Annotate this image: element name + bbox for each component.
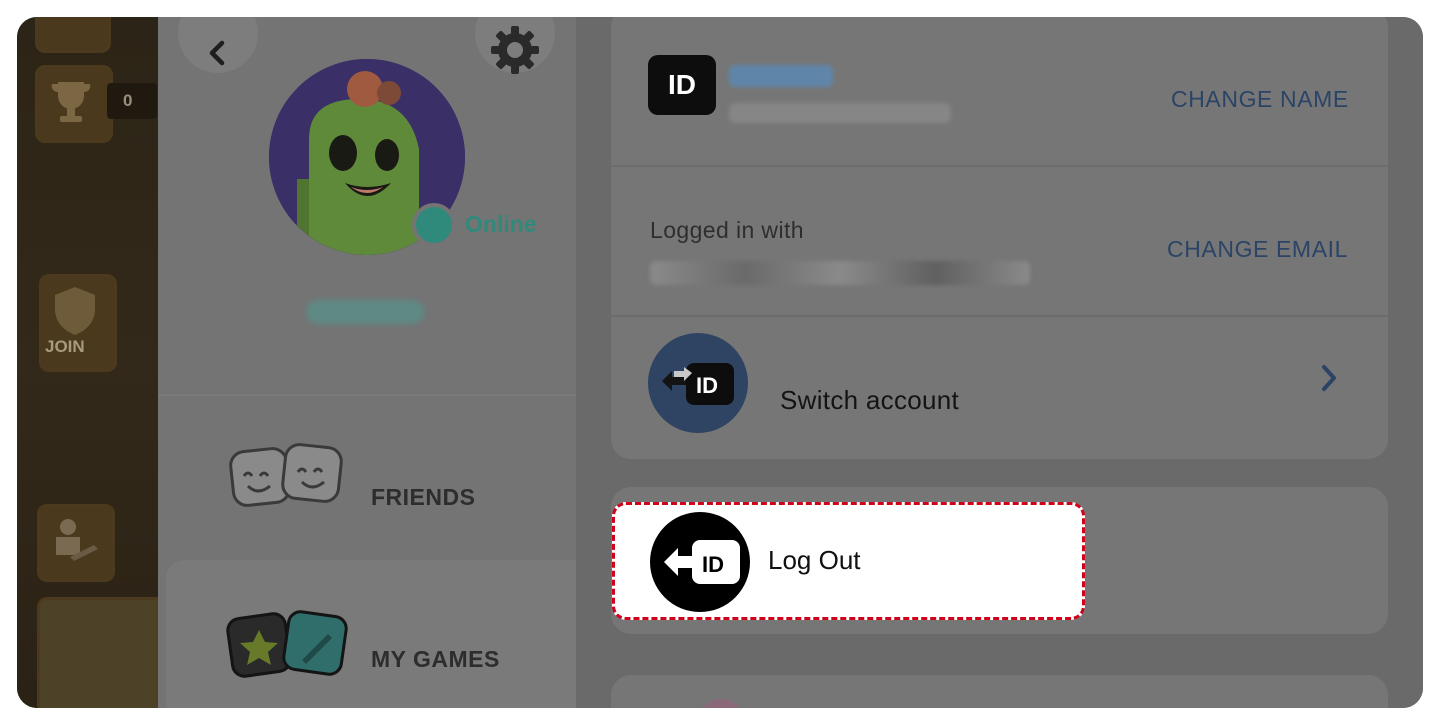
nav-friends[interactable]: FRIENDS xyxy=(158,396,576,546)
logout-icon-circle: ID xyxy=(650,512,750,612)
username-redacted xyxy=(306,300,424,324)
change-email-link[interactable]: CHANGE EMAIL xyxy=(1167,236,1348,263)
account-name-redacted xyxy=(729,65,833,87)
change-name-link[interactable]: CHANGE NAME xyxy=(1171,86,1349,113)
online-status-text: Online xyxy=(465,211,537,237)
email-redacted xyxy=(650,261,1030,285)
logout-button[interactable]: ID Log Out xyxy=(612,502,1085,620)
nav-my-games-label: MY GAMES xyxy=(371,646,500,672)
join-label: JOIN xyxy=(45,337,85,356)
account-id-redacted xyxy=(729,103,951,123)
switch-account-row-icon[interactable]: ID xyxy=(648,333,748,433)
divider xyxy=(611,315,1388,317)
id-badge-text: ID xyxy=(668,69,696,100)
svg-text:ID: ID xyxy=(702,552,724,577)
profile-panel: Online FRIENDS MY GAMES xyxy=(158,17,584,708)
switch-account-icon: ID xyxy=(662,363,734,405)
divider xyxy=(611,165,1388,167)
clan-join-tile[interactable] xyxy=(39,274,117,372)
nav-friends-label: FRIENDS xyxy=(371,484,476,510)
game-sidebar: 0 JOIN xyxy=(17,17,168,708)
battle-tile[interactable] xyxy=(37,504,115,582)
battle-icon xyxy=(56,519,98,561)
logout-icon: ID xyxy=(664,540,740,584)
game-settings-tile[interactable] xyxy=(35,17,111,53)
svg-text:ID: ID xyxy=(696,373,718,398)
app-window: 0 JOIN Online FRIENDS MY GAMES ID CHANGE… xyxy=(17,17,1423,708)
chevron-right-icon[interactable] xyxy=(1319,363,1339,393)
settings-button[interactable] xyxy=(475,17,555,74)
nav-my-games[interactable]: MY GAMES xyxy=(166,560,584,708)
id-badge: ID xyxy=(648,55,716,115)
logged-in-with-label: Logged in with xyxy=(650,217,804,243)
trophy-icon xyxy=(51,82,91,122)
games-icon xyxy=(226,610,348,678)
account-card: ID CHANGE NAME Logged in with CHANGE EMA… xyxy=(611,17,1388,459)
shield-icon xyxy=(55,287,95,335)
trophy-count: 0 xyxy=(123,91,133,110)
online-status-dot xyxy=(412,203,456,247)
switch-account-label[interactable]: Switch account xyxy=(780,385,959,416)
map-tile[interactable] xyxy=(37,597,168,708)
back-button[interactable] xyxy=(178,17,258,73)
back-icon xyxy=(209,40,225,66)
settings-gear-icon xyxy=(491,26,539,74)
game-trophy-tile[interactable] xyxy=(35,65,113,143)
friends-icon xyxy=(229,443,343,507)
logout-label: Log Out xyxy=(768,545,861,575)
